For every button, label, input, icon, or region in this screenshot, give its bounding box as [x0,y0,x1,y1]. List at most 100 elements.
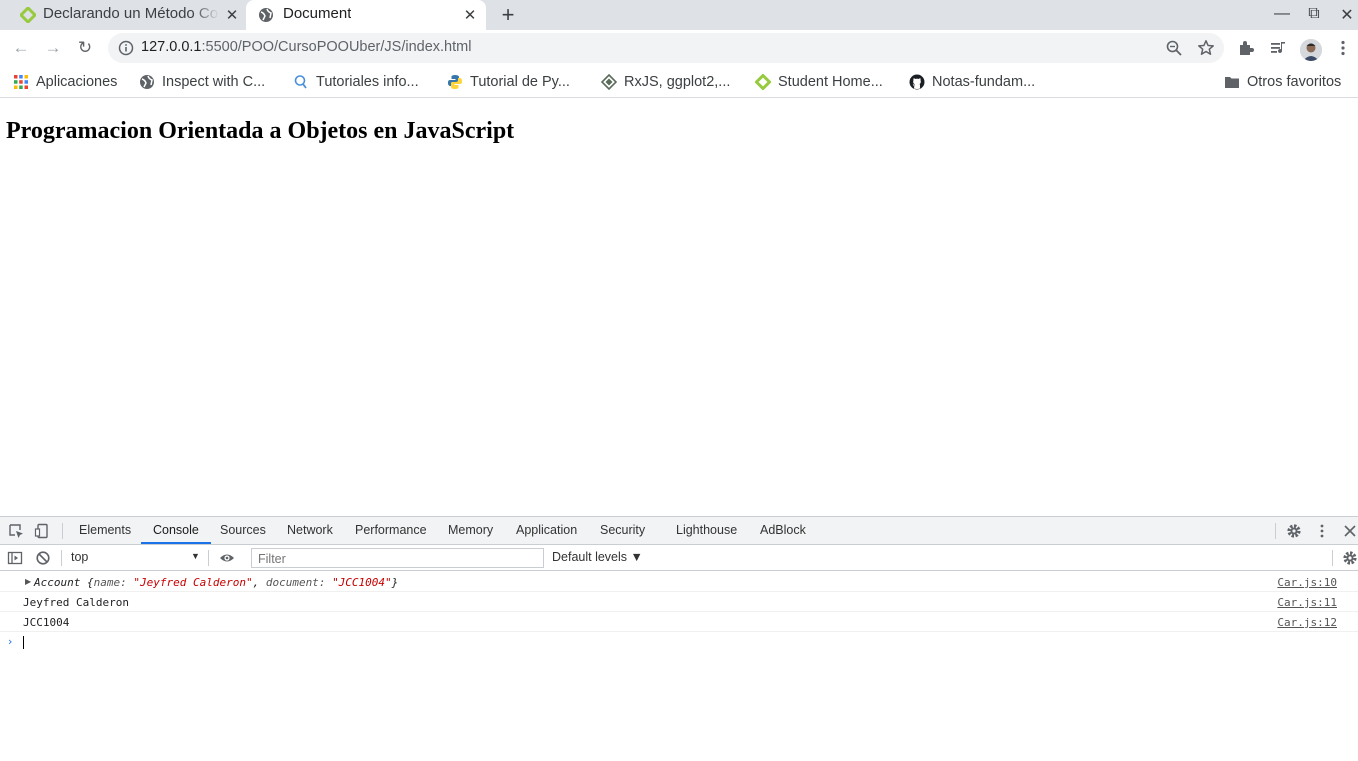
tab-document[interactable]: Document ✕ [246,0,486,30]
url-text[interactable]: 127.0.0.1:5500/POO/CursoPOOUber/JS/index… [141,39,471,55]
device-toolbar-icon[interactable] [34,523,50,539]
tab-network[interactable]: Network [287,517,333,544]
folder-icon [1225,77,1239,88]
info-icon[interactable] [118,40,134,56]
console-toolbar: top ▼ Default levels ▼ [0,545,1358,571]
context-selector[interactable]: top [71,550,88,564]
zoom-icon[interactable] [1165,39,1183,57]
extensions-puzzle-icon[interactable] [1237,39,1255,57]
console-message: JCC1004 Car.js:12 [0,612,1358,632]
bookmarks-bar: Aplicaciones Inspect with C... Tutoriale… [0,66,1358,98]
divider [208,550,209,566]
inspect-element-icon[interactable] [8,523,24,539]
divider [1332,550,1333,566]
bookmark-label: Tutoriales info... [316,74,419,90]
forward-arrow-icon[interactable]: → [43,38,63,58]
tab-elements[interactable]: Elements [79,517,131,544]
source-link[interactable]: Car.js:12 [1277,616,1337,629]
bookmark-label: Notas-fundam... [932,74,1036,90]
divider [61,550,62,566]
sidebar-toggle-icon[interactable] [7,550,23,566]
minimize-button[interactable]: — [1273,5,1291,23]
settings-gear-icon[interactable] [1286,523,1302,539]
avatar[interactable] [1300,39,1322,61]
object-value: "Jeyfred Calderon" [133,576,253,589]
console-prompt[interactable]: › [0,632,1358,652]
tab-close-icon[interactable]: ✕ [462,6,478,24]
new-tab-button[interactable]: + [498,2,518,28]
console-message: Jeyfred Calderon Car.js:11 [0,592,1358,612]
divider [1275,523,1276,539]
console-settings-gear-icon[interactable] [1342,550,1358,566]
bookmark-label: Aplicaciones [36,74,118,90]
object-separator: , [252,576,266,589]
globe-icon [140,75,154,89]
bookmark-label: RxJS, ggplot2,... [624,74,731,90]
other-bookmarks-folder[interactable]: Otros favoritos [1224,72,1341,92]
tab-title: Document [283,5,352,22]
tab-console[interactable]: Console [141,517,211,544]
devtools-tab-bar: Elements Console Sources Network Perform… [0,517,1358,545]
bookmark-python[interactable]: Tutorial de Py... [447,72,570,92]
clear-console-icon[interactable] [35,550,51,566]
window-close-button[interactable]: ✕ [1338,5,1356,25]
star-icon[interactable] [1197,39,1215,57]
bookmark-tutoriales[interactable]: Tutoriales info... [293,72,419,92]
tab-sources[interactable]: Sources [220,517,266,544]
object-key: name [93,576,121,589]
prompt-chevron-icon: › [8,635,13,648]
tab-security[interactable]: Security [600,517,645,544]
tab-strip: Declarando un Método Co ✕ Document ✕ + —… [0,0,1358,30]
devtools-panel: Elements Console Sources Network Perform… [0,516,1358,761]
media-queue-icon[interactable] [1269,39,1287,57]
tab-close-icon[interactable]: ✕ [224,6,240,24]
close-devtools-icon[interactable] [1342,523,1358,539]
console-object-preview[interactable]: Account {name: "Jeyfred Calderon", docum… [34,576,398,589]
tab-application[interactable]: Application [516,517,577,544]
source-link[interactable]: Car.js:10 [1277,576,1337,589]
restore-button[interactable]: ⧉ [1305,5,1323,23]
tab-declarando[interactable]: Declarando un Método Co ✕ [0,0,246,30]
reload-icon[interactable]: ↻ [75,38,95,58]
expand-triangle-icon[interactable]: ▶ [25,577,31,586]
bookmark-aplicaciones[interactable]: Aplicaciones [13,72,117,92]
bookmark-student-home[interactable]: Student Home... [755,72,883,92]
back-arrow-icon[interactable]: ← [11,38,31,58]
console-message[interactable]: ▶ Account {name: "Jeyfred Calderon", doc… [0,572,1358,592]
object-brace-close: } [391,576,399,589]
bookmark-rxjs[interactable]: RxJS, ggplot2,... [601,72,730,92]
bookmark-label: Tutorial de Py... [470,74,570,90]
platzi-icon [755,74,771,90]
bookmark-inspect[interactable]: Inspect with C... [139,72,265,92]
text-caret [23,636,24,649]
console-text: Jeyfred Calderon [23,596,129,609]
eye-icon[interactable] [219,550,235,566]
diamond-icon [601,74,617,90]
log-levels-dropdown[interactable]: Default levels ▼ [552,550,643,564]
tab-memory[interactable]: Memory [448,517,493,544]
more-options-icon[interactable] [1314,523,1330,539]
apps-grid-icon [14,75,28,89]
browser-toolbar: ← → ↻ 127.0.0.1:5500/POO/CursoPOOUber/JS… [0,30,1358,66]
url-host: 127.0.0.1 [141,39,202,55]
tab-performance[interactable]: Performance [355,517,427,544]
address-bar[interactable]: 127.0.0.1:5500/POO/CursoPOOUber/JS/index… [108,33,1224,63]
object-brace-open: { [80,576,94,589]
source-link[interactable]: Car.js:11 [1277,596,1337,609]
profile-icon [1300,39,1322,61]
console-text: JCC1004 [23,616,70,629]
search-bubble-icon [294,75,307,89]
object-key: document [265,576,319,589]
chevron-down-icon[interactable]: ▼ [191,551,200,561]
tab-adblock[interactable]: AdBlock [760,517,806,544]
object-colon: : [120,576,134,589]
object-value: "JCC1004" [332,576,392,589]
console-filter-input[interactable] [251,548,544,568]
menu-kebab-icon[interactable] [1334,39,1352,57]
bookmark-label: Inspect with C... [162,74,266,90]
object-class-name: Account [34,576,81,589]
bookmark-notas[interactable]: Notas-fundam... [909,72,1035,92]
tab-lighthouse[interactable]: Lighthouse [676,517,737,544]
platzi-icon [20,7,36,23]
url-path: :5500/POO/CursoPOOUber/JS/index.html [201,39,472,55]
